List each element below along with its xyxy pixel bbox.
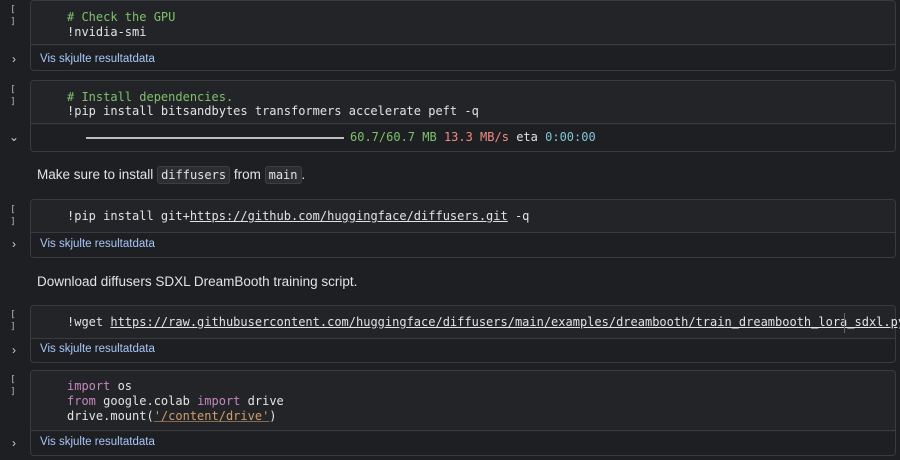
code-token: import <box>197 394 241 408</box>
code-editor-1[interactable]: # Check the GPU !nvidia-smi <box>31 1 895 46</box>
code-token: !wget <box>67 315 111 329</box>
code-cell-1: # Check the GPU !nvidia-smi <box>30 0 896 71</box>
output-area-1 <box>31 44 895 70</box>
progress-size: 60.7/60.7 MB <box>350 130 437 144</box>
code-token: !pip install git+ <box>67 209 190 223</box>
progress-eta: 0:00:00 <box>545 130 596 144</box>
run-cell-3-button[interactable]: [ ] <box>6 204 20 227</box>
code-token[interactable]: https://raw.githubusercontent.com/huggin… <box>110 315 900 329</box>
code-line: from google.colab import drive <box>67 394 284 409</box>
code-editor-3[interactable]: !pip install git+https://github.com/hugg… <box>31 200 895 233</box>
progress-speed: 13.3 MB/s <box>443 130 509 144</box>
markdown-span: Make sure to install <box>37 167 158 182</box>
code-line: !pip install bitsandbytes transformers a… <box>67 104 479 119</box>
code-token: '/content/drive' <box>153 409 270 423</box>
code-cell-5: import os from google.colab import drive… <box>30 370 896 456</box>
show-hidden-output-link[interactable]: Vis skjulte resultatdata <box>40 238 155 250</box>
progress-text: 60.7/60.7 MB 13.3 MB/s eta 0:00:00 <box>350 130 596 144</box>
markdown-text: Download diffusers SDXL DreamBooth train… <box>37 274 357 289</box>
progress-bar-track <box>86 137 344 139</box>
show-hidden-output-link[interactable]: Vis skjulte resultatdata <box>40 436 155 448</box>
code-line: drive.mount('/content/drive') <box>67 409 277 424</box>
inline-code: main <box>264 166 302 184</box>
markdown-span: from <box>230 167 265 182</box>
inline-code: diffusers <box>157 166 231 184</box>
code-editor-5[interactable]: import os from google.colab import drive… <box>31 371 895 432</box>
code-token: import <box>67 379 111 393</box>
run-cell-1-button[interactable]: [ ] <box>6 4 20 27</box>
code-token: drive.mount( <box>67 409 154 423</box>
code-token: -q <box>507 209 530 223</box>
run-cell-2-button[interactable]: [ ] <box>6 84 20 107</box>
code-line: !wget https://raw.githubusercontent.com/… <box>67 315 900 330</box>
code-token: # Check the GPU <box>67 10 176 24</box>
chevron-right-icon[interactable]: › <box>8 344 20 356</box>
code-token: ) <box>269 409 277 423</box>
code-token: from <box>67 394 96 408</box>
markdown-span: . <box>301 167 306 182</box>
code-token[interactable]: https://github.com/huggingface/diffusers… <box>190 209 508 223</box>
code-cell-2: # Install dependencies. !pip install bit… <box>30 80 896 152</box>
chevron-right-icon[interactable]: › <box>8 238 20 250</box>
code-editor-4[interactable]: !wget https://raw.githubusercontent.com/… <box>31 306 900 339</box>
markdown-text: Make sure to install diffusers from main… <box>37 166 306 184</box>
chevron-down-icon[interactable]: ⌄ <box>8 131 20 143</box>
run-cell-5-button[interactable]: [ ] <box>6 374 20 397</box>
output-area-4 <box>31 338 895 362</box>
run-cell-4-button[interactable]: [ ] <box>6 309 20 332</box>
code-line: !nvidia-smi <box>67 25 146 40</box>
code-editor-2[interactable]: # Install dependencies. !pip install bit… <box>31 81 895 125</box>
code-line: # Check the GPU <box>67 10 175 25</box>
code-token: drive <box>240 394 284 408</box>
editor-scroll-marker <box>844 313 845 333</box>
code-line: !pip install git+https://github.com/hugg… <box>67 209 529 224</box>
chevron-right-icon[interactable]: › <box>8 53 20 65</box>
code-token: !pip install bitsandbytes transformers a… <box>67 104 479 118</box>
output-area-3 <box>31 232 895 257</box>
show-hidden-output-link[interactable]: Vis skjulte resultatdata <box>40 343 155 355</box>
output-area-5 <box>31 430 895 455</box>
progress-bar-fill <box>86 137 344 139</box>
show-hidden-output-link[interactable]: Vis skjulte resultatdata <box>40 53 155 65</box>
chevron-right-icon[interactable]: › <box>8 437 20 449</box>
code-token: # Install dependencies. <box>67 90 234 104</box>
code-token: google.colab <box>95 394 198 408</box>
code-cell-3: !pip install git+https://github.com/hugg… <box>30 199 896 258</box>
code-cell-4: !wget https://raw.githubusercontent.com/… <box>30 305 900 363</box>
code-token: !nvidia-smi <box>67 25 147 39</box>
code-line: import os <box>67 379 132 394</box>
markdown-span: Download diffusers SDXL DreamBooth train… <box>37 274 358 289</box>
output-area-2: 60.7/60.7 MB 13.3 MB/s eta 0:00:00 <box>31 123 895 151</box>
code-line: # Install dependencies. <box>67 90 233 105</box>
code-token: os <box>110 379 133 393</box>
progress-eta-label: eta <box>516 130 538 144</box>
